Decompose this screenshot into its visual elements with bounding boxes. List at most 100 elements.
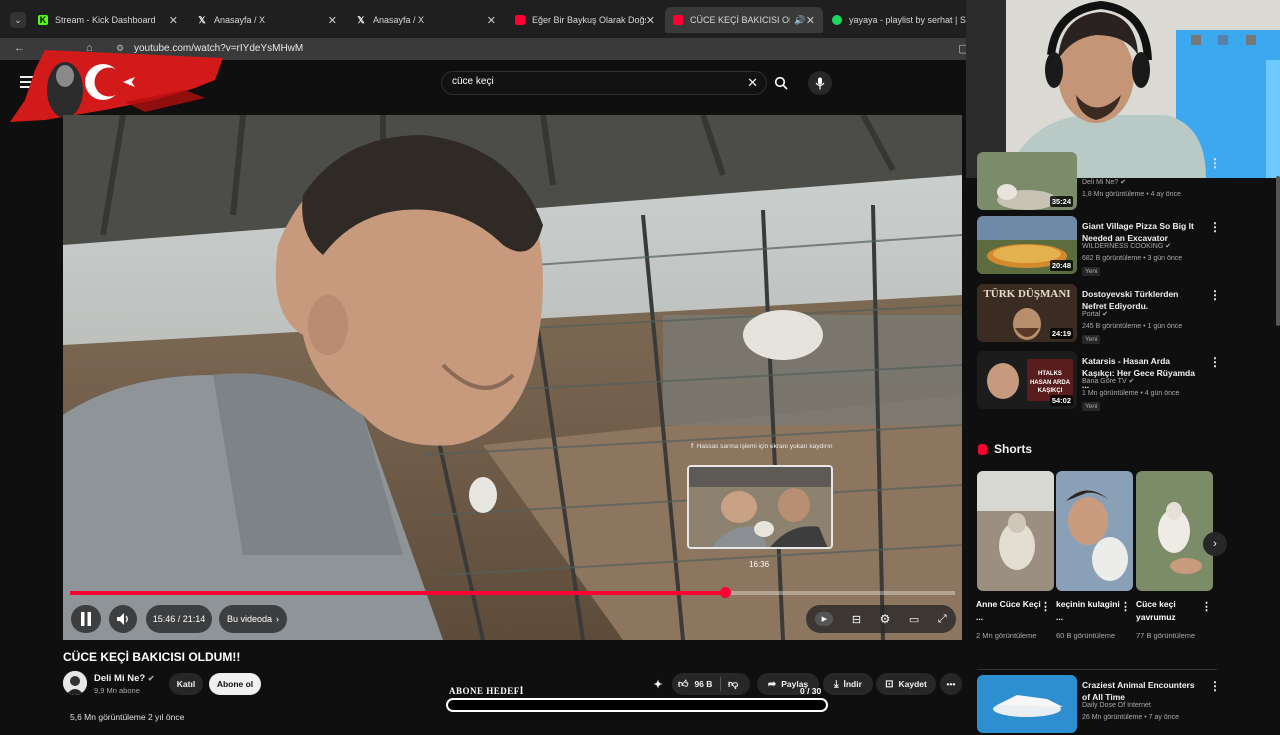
theater-mode-icon[interactable]: ▭ [909, 613, 919, 626]
recommendation-item[interactable]: TÜRK DÜŞMANI 24:19 Dostoyevski Türklerde… [977, 284, 1277, 344]
dislike-icon[interactable]: 👎︎ [728, 678, 738, 690]
settings-gear-icon[interactable]: ⚙ [880, 612, 891, 626]
clear-search-icon[interactable]: ✕ [747, 75, 758, 91]
more-options-icon[interactable]: ⋮ [1120, 600, 1131, 613]
sub-goal-count: 0 / 30 [800, 686, 822, 696]
short-title[interactable]: keçinin kulagini ... [1056, 598, 1126, 624]
tab-title: Anasayfa / X [214, 15, 266, 25]
video-thumbnail[interactable]: HTALKS HASAN ARDA KAŞIKÇI 54:02 [977, 351, 1077, 409]
search-box[interactable]: ✕ [441, 71, 767, 95]
close-tab-icon[interactable]: ✕ [646, 14, 655, 27]
tab-x-home-1[interactable]: 𝕏 Anasayfa / X ✕ [189, 7, 345, 33]
short-views: 2 Mn görüntüleme [976, 631, 1037, 640]
video-meta: 682 B görüntüleme • 3 gün önce [1082, 255, 1183, 262]
close-tab-icon[interactable]: ✕ [806, 14, 815, 27]
tab-owl-video[interactable]: Eğer Bir Baykuş Olarak Doğsaydın ✕ [507, 7, 663, 33]
close-tab-icon[interactable]: ✕ [328, 14, 337, 27]
progress-fill [70, 591, 725, 595]
progress-scrubber[interactable] [719, 587, 731, 598]
x-icon: 𝕏 [357, 15, 365, 25]
volume-icon [116, 613, 128, 625]
video-duration: 24:19 [1049, 328, 1073, 339]
channel-name: Deli Mi Ne? ✔ [1082, 178, 1126, 186]
new-badge: Yeni [1082, 402, 1101, 411]
more-options-icon[interactable]: ⋮ [1201, 600, 1212, 613]
search-input[interactable] [450, 75, 734, 88]
tab-kick-dashboard[interactable]: K Stream - Kick Dashboard ✕ [30, 7, 186, 33]
microphone-icon [815, 77, 825, 89]
subscribe-button[interactable]: Abone ol [209, 673, 261, 695]
tab-title: Stream - Kick Dashboard [55, 15, 156, 25]
join-button[interactable]: Katıl [169, 673, 203, 695]
more-options-icon[interactable]: ⋮ [1040, 600, 1051, 613]
channel-text: Bana Göre TV [1082, 378, 1127, 385]
like-icon[interactable]: 👍︎ [678, 678, 688, 690]
verified-icon: ✔ [1102, 311, 1109, 318]
channel-name: Portal ✔ [1082, 310, 1108, 318]
short-views: 60 B görüntüleme [1056, 631, 1116, 640]
close-tab-icon[interactable]: ✕ [487, 14, 496, 27]
tab-title: Eğer Bir Baykuş Olarak Doğsaydın [532, 15, 646, 25]
volume-button[interactable] [109, 605, 137, 633]
more-options-icon[interactable]: ⋮ [1209, 288, 1221, 302]
pause-button[interactable] [71, 605, 101, 633]
tab-current-video[interactable]: CÜCE KEÇİ BAKICISI OLDUM!! 🔊 ✕ [665, 7, 823, 33]
search-button[interactable] [767, 71, 795, 95]
x-icon: 𝕏 [198, 15, 206, 25]
channel-name[interactable]: Deli Mi Ne? ✔ [94, 673, 155, 684]
short-thumbnail[interactable] [1136, 471, 1213, 591]
short-thumbnail[interactable] [1056, 471, 1133, 591]
save-button[interactable]: ⊡ Kaydet [876, 673, 936, 695]
close-tab-icon[interactable]: ✕ [169, 14, 178, 27]
recommendation-item[interactable]: Craziest Animal Encounters of All Time D… [977, 675, 1277, 735]
subscriber-count: 9,9 Mn abone [94, 686, 140, 695]
download-button[interactable]: ⤓ İndir [823, 673, 873, 695]
search-icon [774, 76, 788, 90]
recommendation-item[interactable]: 20:48 Giant Village Pizza So Big It Need… [977, 216, 1277, 276]
more-options-icon[interactable]: ⋮ [1209, 679, 1221, 693]
svg-text:TÜRK DÜŞMANI: TÜRK DÜŞMANI [983, 287, 1070, 300]
tab-x-home-2[interactable]: 𝕏 Anasayfa / X ✕ [348, 7, 504, 33]
speaker-icon[interactable]: 🔊 [794, 15, 805, 26]
video-meta: 1,8 Mn görüntüleme • 4 ay önce [1082, 191, 1181, 198]
more-options-icon[interactable]: ⋮ [1209, 220, 1221, 234]
progress-bar[interactable] [70, 587, 955, 598]
browser-tab-bar: ⌄ K Stream - Kick Dashboard ✕ 𝕏 Anasayfa… [0, 0, 966, 38]
video-thumbnail[interactable]: 20:48 [977, 216, 1077, 274]
autoplay-toggle-icon[interactable]: ▶ [815, 612, 834, 626]
video-meta: 1 Mn görüntüleme • 4 gün önce [1082, 390, 1180, 397]
avatar-image [63, 671, 87, 695]
new-badge: Yeni [1082, 267, 1101, 276]
tab-spotify[interactable]: yayaya - playlist by serhat | Spo [824, 7, 966, 33]
voice-search-button[interactable] [808, 71, 832, 95]
channel-avatar[interactable] [63, 671, 87, 695]
video-thumbnail[interactable] [977, 675, 1077, 733]
video-duration: 20:48 [1049, 260, 1073, 271]
recommendation-item[interactable]: 35:24 Deli Mi Ne? ✔ 1,8 Mn görüntüleme •… [977, 152, 1277, 212]
share-icon: ➦ [767, 678, 777, 690]
right-controls: ▶ ⊟ ⚙ ▭ ⤢ [806, 605, 956, 633]
video-title: Dostoyevski Türklerden Nefret Ediyordu. [1082, 289, 1179, 311]
video-thumbnail[interactable]: 35:24 [977, 152, 1077, 210]
preview-time: 16:36 [749, 560, 770, 569]
video-player[interactable]: ⇑ Hassas sarma işlemi için ekranı yukarı… [63, 115, 962, 640]
svg-text:KAŞIKÇI: KAŞIKÇI [1038, 388, 1063, 394]
tab-title: Anasayfa / X [373, 15, 425, 25]
fullscreen-icon[interactable]: ⤢ [938, 613, 947, 626]
tab-search-button[interactable]: ⌄ [10, 12, 26, 28]
short-title[interactable]: Cüce keçi yavrumuz [1136, 598, 1206, 624]
subtitles-icon[interactable]: ⊟ [852, 613, 861, 626]
more-options-icon[interactable]: ⋮ [1209, 355, 1221, 369]
short-image [1136, 471, 1213, 591]
more-actions-button[interactable]: ••• [940, 673, 962, 695]
verified-icon: ✔ [1128, 378, 1135, 385]
shorts-next-button[interactable]: › [1203, 532, 1227, 556]
chapter-button[interactable]: Bu videoda › [219, 605, 287, 633]
ask-ai-button[interactable]: ✦ [649, 673, 667, 695]
video-thumbnail[interactable]: TÜRK DÜŞMANI 24:19 [977, 284, 1077, 342]
recommendation-item[interactable]: HTALKS HASAN ARDA KAŞIKÇI 54:02 Katarsis -… [977, 351, 1277, 411]
short-thumbnail[interactable] [977, 471, 1054, 591]
short-title[interactable]: Anne Cüce Keçi ... [976, 598, 1046, 624]
video-title: Craziest Animal Encounters of All Time [1082, 680, 1195, 702]
more-options-icon[interactable]: ⋮ [1209, 156, 1221, 170]
